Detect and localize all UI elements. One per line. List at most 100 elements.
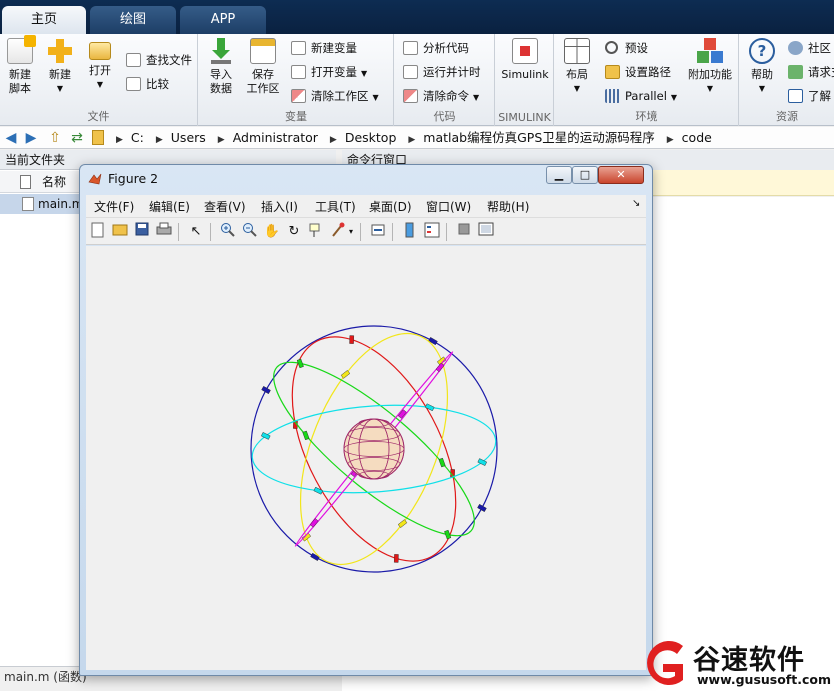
ribbon-section-simulink: Simulink SIMULINK [496, 34, 554, 126]
learn-icon [788, 89, 803, 103]
analyze-code-button[interactable]: 分析代码 [403, 38, 469, 58]
menu-edit[interactable]: 编辑(E) [149, 198, 190, 215]
address-bar: ◀ ▶ ⇧ ⇄ ▶ C: ▶ Users ▶ Administrator ▶ Deskt… [0, 127, 834, 149]
brush-icon[interactable] [328, 222, 348, 242]
print-icon[interactable] [154, 222, 174, 242]
menu-view[interactable]: 查看(V) [204, 198, 246, 215]
chevron-down-icon[interactable]: ▾ [346, 222, 356, 242]
up-folder-icon[interactable]: ⇧ [46, 129, 64, 147]
section-label-resources: 资源 [776, 110, 798, 123]
browse-folder-icon[interactable]: ⇄ [68, 129, 86, 147]
new-script-label: 新建 [9, 68, 31, 81]
rotate-3d-icon[interactable]: ↻ [284, 222, 304, 242]
new-variable-button[interactable]: 新建变量 [291, 38, 357, 58]
gps-orbit-plot[interactable] [86, 246, 646, 670]
save-icon[interactable] [132, 222, 152, 242]
crumb-project[interactable]: matlab编程仿真GPS卫星的运动源码程序 [423, 130, 654, 145]
satellite-marker [477, 503, 487, 512]
ribbon-section-resources: ? 帮助 ▼ 社区 请求支 了解 资源 [740, 34, 834, 126]
menu-window[interactable]: 窗口(W) [426, 198, 471, 215]
hide-plot-tools-icon[interactable] [454, 222, 474, 242]
legend-icon[interactable] [422, 222, 442, 242]
preferences-button[interactable]: 预设 [605, 38, 648, 58]
figure-menubar: 文件(F) 编辑(E) 查看(V) 插入(I) 工具(T) 桌面(D) 窗口(W… [86, 195, 646, 217]
menu-file[interactable]: 文件(F) [94, 198, 134, 215]
gear-icon [605, 41, 618, 54]
crumb-code[interactable]: code [682, 130, 712, 145]
minimize-button[interactable]: ▁ [546, 166, 572, 184]
analyze-code-label: 分析代码 [423, 41, 469, 55]
chevron-down-icon: ▼ [372, 93, 379, 102]
set-path-label: 设置路径 [625, 65, 671, 79]
tab-apps[interactable]: APP [180, 6, 266, 34]
eraser-icon [403, 89, 418, 103]
clear-workspace-button[interactable]: 清除工作区 ▼ [291, 86, 379, 106]
crumb-administrator[interactable]: Administrator [233, 130, 318, 145]
open-button[interactable]: 打开 ▼ [80, 38, 120, 92]
new-script-button[interactable]: 新建 脚本 [0, 35, 40, 96]
chevron-right-icon: ▶ [116, 135, 123, 145]
link-plot-icon[interactable] [368, 222, 388, 242]
show-plot-tools-icon[interactable] [476, 222, 496, 242]
menu-tools[interactable]: 工具(T) [315, 198, 356, 215]
chevron-down-icon: ▼ [56, 84, 64, 93]
find-files-label: 查找文件 [146, 53, 192, 67]
plot-canvas[interactable] [86, 246, 646, 670]
figure-toolbar: ↖ ✋ ↻ ▾ [86, 217, 646, 245]
back-arrow-icon[interactable]: ◀ [2, 129, 20, 147]
layout-button[interactable]: 布局 ▼ [557, 38, 597, 96]
simulink-button[interactable]: Simulink [498, 38, 552, 82]
pointer-icon[interactable]: ↖ [186, 222, 206, 242]
set-path-button[interactable]: 设置路径 [605, 62, 671, 82]
menu-desktop[interactable]: 桌面(D) [369, 198, 412, 215]
matlab-file-icon [22, 197, 34, 211]
new-button[interactable]: 新建 ▼ [40, 38, 80, 96]
find-files-button[interactable]: 查找文件 [126, 50, 192, 70]
file-row-main[interactable]: main.m [0, 194, 84, 214]
import-data-button[interactable]: 导入 数据 [201, 38, 241, 96]
pan-hand-icon[interactable]: ✋ [262, 222, 282, 242]
community-button[interactable]: 社区 [788, 38, 831, 58]
find-files-icon [126, 53, 141, 67]
run-and-time-label: 运行并计时 [423, 65, 481, 79]
compare-button[interactable]: 比较 [126, 74, 169, 94]
addons-button[interactable]: 附加功能 ▼ [685, 38, 735, 96]
chevron-right-icon: ▶ [666, 135, 674, 145]
close-button[interactable]: ✕ [598, 166, 644, 184]
file-name: main.m [38, 197, 84, 211]
crumb-desktop[interactable]: Desktop [345, 130, 397, 145]
open-variable-icon [291, 65, 306, 79]
toolbar-separator [210, 223, 211, 241]
dock-arrow-icon[interactable]: ↘ [632, 198, 640, 209]
forward-arrow-icon[interactable]: ▶ [22, 129, 40, 147]
crumb-users[interactable]: Users [171, 130, 206, 145]
open-variable-button[interactable]: 打开变量 ▼ [291, 62, 367, 82]
clear-commands-button[interactable]: 清除命令 ▼ [403, 86, 479, 106]
request-support-button[interactable]: 请求支 [788, 62, 834, 82]
help-button[interactable]: ? 帮助 ▼ [742, 38, 782, 96]
zoom-in-icon[interactable] [218, 222, 238, 242]
chevron-down-icon: ▼ [706, 84, 714, 93]
data-cursor-icon[interactable] [306, 222, 326, 242]
new-figure-icon[interactable] [88, 222, 108, 242]
open-file-icon[interactable] [110, 222, 130, 242]
figure-titlebar[interactable]: Figure 2 ▁ □ ✕ [80, 165, 652, 193]
colorbar-icon[interactable] [400, 222, 420, 242]
satellite-marker [302, 430, 310, 441]
zoom-out-icon[interactable] [240, 222, 260, 242]
tab-home[interactable]: 主页 [2, 6, 86, 34]
section-label-file: 文件 [87, 110, 110, 123]
new-variable-icon [291, 41, 306, 55]
menu-help[interactable]: 帮助(H) [487, 198, 529, 215]
save-workspace-button[interactable]: 保存 工作区 [243, 38, 283, 96]
request-support-icon [788, 65, 803, 79]
run-and-time-button[interactable]: 运行并计时 [403, 62, 481, 82]
tab-plots[interactable]: 绘图 [90, 6, 176, 34]
parallel-button[interactable]: Parallel ▼ [605, 86, 677, 106]
crumb-drive[interactable]: C: [131, 130, 144, 145]
learn-button[interactable]: 了解 [788, 86, 831, 106]
help-label: 帮助 [751, 68, 773, 81]
menu-insert[interactable]: 插入(I) [261, 198, 298, 215]
maximize-button[interactable]: □ [572, 166, 598, 184]
ribbon-toolstrip: 新建 脚本 新建 ▼ 打开 ▼ 查找文件 比较 文件 导入 数据 保存 工作区 … [0, 34, 834, 126]
